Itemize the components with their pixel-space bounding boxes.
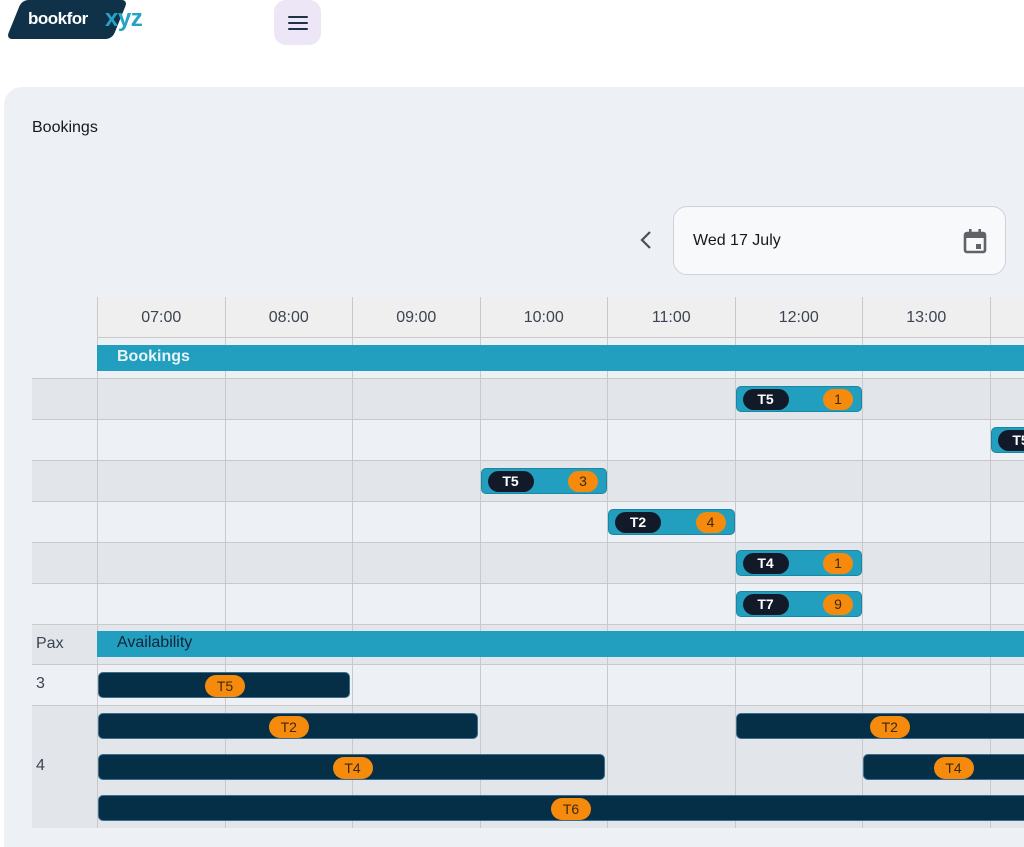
hamburger-menu-icon (288, 16, 308, 18)
table-tag: T5 (205, 675, 245, 697)
time-header-cell: 12:00 (735, 297, 863, 338)
brand-logo[interactable]: bookfor xyz (10, 0, 150, 40)
availability-section-bar: Availability (97, 631, 1024, 657)
availability-slot[interactable]: T2 (736, 713, 1024, 739)
booking-row (32, 378, 1024, 419)
time-header-cell: 08:00 (225, 297, 353, 338)
booking-block[interactable]: T5 (991, 427, 1024, 453)
table-badge: T4 (743, 553, 789, 574)
table-tag: T4 (934, 757, 974, 779)
table-tag: T2 (870, 716, 910, 738)
pax-count-badge: 9 (823, 594, 853, 615)
pax-group-label: 3 (36, 675, 45, 693)
pax-group-label: 4 (36, 757, 45, 775)
bookings-section-bar: Bookings (97, 345, 1024, 371)
booking-block[interactable]: T5 1 (736, 386, 863, 412)
logo-text-accent: xyz (105, 5, 142, 33)
page-title: Bookings (32, 119, 98, 137)
booking-block[interactable]: T7 9 (736, 591, 863, 617)
time-header-cell: 13:00 (862, 297, 990, 338)
time-header-cell: 10:00 (480, 297, 608, 338)
pax-count-badge: 3 (568, 471, 598, 492)
table-badge: T5 (488, 471, 534, 492)
table-tag: T6 (551, 798, 591, 820)
availability-slot[interactable]: T6 (98, 795, 1024, 821)
table-tag: T2 (269, 716, 309, 738)
chevron-left-icon (639, 230, 653, 250)
pax-count-badge: 4 (696, 512, 726, 533)
bookings-section-label: Bookings (117, 348, 190, 366)
table-badge: T5 (743, 389, 789, 410)
logo-text-primary: bookfor (28, 9, 88, 29)
date-picker-field[interactable]: Wed 17 July (673, 206, 1006, 275)
availability-slot[interactable]: T5 (98, 672, 350, 698)
hamburger-line (288, 28, 308, 30)
time-header-cell: 07:00 (97, 297, 225, 338)
table-tag: T4 (333, 757, 373, 779)
time-header-cell: 14:00 (990, 297, 1024, 338)
date-value: Wed 17 July (693, 232, 781, 250)
time-header-row: 07:0008:0009:0010:0011:0012:0013:0014:00 (97, 297, 1024, 338)
table-badge: T7 (743, 594, 789, 615)
availability-slot[interactable]: T4 (863, 754, 1024, 780)
hour-gridline (607, 338, 608, 828)
availability-slot[interactable]: T4 (98, 754, 605, 780)
booking-block[interactable]: T4 1 (736, 550, 863, 576)
pax-column-header: Pax (36, 635, 64, 653)
hour-gridline (97, 338, 98, 828)
booking-row (32, 542, 1024, 583)
time-header-cell: 11:00 (607, 297, 735, 338)
hour-gridline (862, 338, 863, 828)
hamburger-line (288, 22, 308, 24)
booking-block[interactable]: T5 3 (481, 468, 608, 494)
table-badge: T2 (615, 512, 661, 533)
previous-day-button[interactable] (634, 226, 658, 254)
availability-slot[interactable]: T2 (98, 713, 478, 739)
pax-count-badge: 1 (823, 389, 853, 410)
time-header-cell: 09:00 (352, 297, 480, 338)
booking-row (32, 419, 1024, 460)
timeline-grid: 07:0008:0009:0010:0011:0012:0013:0014:00… (32, 297, 1024, 827)
table-badge: T5 (998, 430, 1024, 451)
pax-count-badge: 1 (823, 553, 853, 574)
booking-row (32, 501, 1024, 542)
availability-section-label: Availability (117, 634, 192, 652)
booking-row (32, 583, 1024, 624)
top-bar: bookfor xyz (0, 0, 1024, 60)
booking-block[interactable]: T2 4 (608, 509, 735, 535)
hamburger-menu-button[interactable] (274, 0, 321, 45)
calendar-icon[interactable] (961, 227, 989, 255)
hour-gridline (735, 338, 736, 828)
